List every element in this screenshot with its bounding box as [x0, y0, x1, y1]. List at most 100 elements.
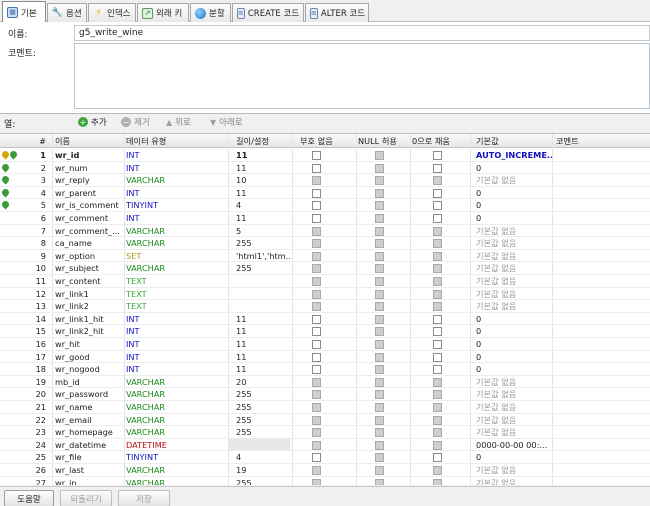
table-row[interactable]: 15 wr_link2_hit INT 11 0 — [0, 325, 650, 338]
table-row[interactable]: 13 wr_link2 TEXT 기본값 없음 — [0, 300, 650, 313]
default-value-cell[interactable]: 기본값 없음 — [476, 250, 552, 262]
row-number[interactable]: 15 — [32, 325, 46, 337]
allow-null-checkbox[interactable] — [375, 251, 384, 261]
datatype-cell[interactable]: INT — [126, 351, 226, 363]
allow-null-checkbox[interactable] — [375, 302, 384, 312]
length-cell[interactable]: 5 — [236, 225, 290, 237]
table-row[interactable]: 17 wr_good INT 11 0 — [0, 351, 650, 364]
table-row[interactable]: 4 wr_parent INT 11 0 — [0, 187, 650, 200]
length-cell[interactable]: 11 — [236, 363, 290, 375]
length-cell[interactable]: 4 — [236, 199, 290, 211]
column-name-cell[interactable]: wr_password — [55, 388, 123, 400]
allow-null-checkbox[interactable] — [375, 478, 384, 485]
row-number[interactable]: 4 — [32, 187, 46, 199]
allow-null-checkbox[interactable] — [375, 163, 384, 173]
table-row[interactable]: 7 wr_comment_... VARCHAR 5 기본값 없음 — [0, 225, 650, 238]
column-name-cell[interactable]: wr_last — [55, 464, 123, 476]
column-name-cell[interactable]: wr_file — [55, 451, 123, 463]
column-name-cell[interactable]: mb_id — [55, 376, 123, 388]
datatype-cell[interactable]: TEXT — [126, 288, 226, 300]
col-header-zerofill[interactable]: 0으로 채움 — [412, 134, 470, 147]
help-button[interactable]: 도움말 — [4, 490, 54, 506]
default-value-cell[interactable]: 0 — [476, 199, 552, 211]
datatype-cell[interactable]: VARCHAR — [126, 426, 226, 438]
allow-null-checkbox[interactable] — [375, 466, 384, 475]
add-column-button[interactable]: + 추가 — [78, 116, 107, 128]
allow-null-checkbox[interactable] — [375, 226, 384, 236]
column-name-cell[interactable]: wr_id — [55, 149, 123, 161]
length-cell[interactable]: 255 — [236, 414, 290, 426]
default-value-cell[interactable]: 0 — [476, 162, 552, 174]
datatype-cell[interactable]: TINYINT — [126, 451, 226, 463]
comment-cell[interactable] — [556, 451, 646, 463]
comment-cell[interactable] — [556, 237, 646, 249]
allow-null-checkbox[interactable] — [375, 188, 384, 198]
length-cell[interactable]: 255 — [236, 388, 290, 400]
table-name-input[interactable]: g5_write_wine — [74, 25, 650, 41]
datatype-cell[interactable]: VARCHAR — [126, 464, 226, 476]
comment-cell[interactable] — [556, 300, 646, 312]
table-row[interactable]: 3 wr_reply VARCHAR 10 기본값 없음 — [0, 174, 650, 187]
datatype-cell[interactable]: TEXT — [126, 275, 226, 287]
column-name-cell[interactable]: wr_good — [55, 351, 123, 363]
allow-null-checkbox[interactable] — [375, 352, 384, 362]
datatype-cell[interactable]: VARCHAR — [126, 388, 226, 400]
allow-null-checkbox[interactable] — [375, 365, 384, 375]
revert-button[interactable]: 되돌리기 — [60, 490, 112, 506]
table-row[interactable]: 24 wr_datetime DATETIME 0000-00-00 00:... — [0, 438, 650, 452]
column-name-cell[interactable]: wr_nogood — [55, 363, 123, 375]
datatype-cell[interactable]: VARCHAR — [126, 414, 226, 426]
comment-cell[interactable] — [556, 288, 646, 300]
col-header-unsigned[interactable]: 부호 없음 — [300, 134, 355, 147]
table-row[interactable]: 8 ca_name VARCHAR 255 기본값 없음 — [0, 237, 650, 250]
comment-cell[interactable] — [556, 174, 646, 186]
default-value-cell[interactable]: 0 — [476, 351, 552, 363]
unsigned-checkbox[interactable] — [312, 151, 321, 160]
zerofill-checkbox[interactable] — [433, 314, 442, 324]
length-cell[interactable]: 11 — [236, 187, 290, 199]
comment-cell[interactable] — [556, 338, 646, 350]
comment-cell[interactable] — [556, 250, 646, 262]
datatype-cell[interactable]: INT — [126, 313, 226, 325]
datatype-cell[interactable]: VARCHAR — [126, 225, 226, 237]
col-header-number[interactable]: # — [32, 134, 46, 147]
length-cell[interactable]: 20 — [236, 376, 290, 388]
unsigned-checkbox[interactable] — [312, 239, 321, 249]
column-name-cell[interactable]: wr_link2_hit — [55, 325, 123, 337]
zerofill-checkbox[interactable] — [433, 327, 442, 337]
unsigned-checkbox[interactable] — [312, 453, 321, 463]
col-header-name[interactable]: 이름 — [55, 134, 123, 147]
table-row[interactable]: 25 wr_file TINYINT 4 0 — [0, 451, 650, 464]
column-name-cell[interactable]: wr_homepage — [55, 426, 123, 438]
datatype-cell[interactable]: VARCHAR — [126, 174, 226, 186]
allow-null-checkbox[interactable] — [375, 415, 384, 425]
zerofill-checkbox[interactable] — [433, 188, 442, 198]
unsigned-checkbox[interactable] — [312, 466, 321, 475]
move-up-button[interactable]: ▲ 위로 — [166, 116, 191, 129]
default-value-cell[interactable]: 기본값 없음 — [476, 388, 552, 400]
length-cell[interactable]: 4 — [236, 451, 290, 463]
column-name-cell[interactable]: wr_link1_hit — [55, 313, 123, 325]
row-number[interactable]: 1 — [32, 149, 46, 161]
column-name-cell[interactable]: wr_comment_... — [55, 225, 123, 237]
comment-cell[interactable] — [556, 414, 646, 426]
remove-column-button[interactable]: − 제거 — [121, 116, 150, 128]
default-value-cell[interactable]: 기본값 없음 — [476, 414, 552, 426]
comment-cell[interactable] — [556, 262, 646, 274]
tab-partitions[interactable]: 분할 — [190, 3, 231, 22]
zerofill-checkbox[interactable] — [433, 163, 442, 173]
comment-cell[interactable] — [556, 199, 646, 211]
length-cell[interactable]: 11 — [236, 313, 290, 325]
col-header-allow-null[interactable]: NULL 허용 — [358, 134, 410, 147]
zerofill-checkbox[interactable] — [433, 302, 442, 312]
comment-cell[interactable] — [556, 363, 646, 375]
default-value-cell[interactable]: 기본값 없음 — [476, 426, 552, 438]
comment-cell[interactable] — [556, 162, 646, 174]
unsigned-checkbox[interactable] — [312, 340, 321, 349]
col-header-comment[interactable]: 코멘트 — [556, 134, 646, 147]
comment-cell[interactable] — [556, 401, 646, 413]
datatype-cell[interactable]: INT — [126, 338, 226, 350]
zerofill-checkbox[interactable] — [433, 176, 442, 186]
datatype-cell[interactable]: DATETIME — [126, 439, 226, 451]
datatype-cell[interactable]: INT — [126, 187, 226, 199]
